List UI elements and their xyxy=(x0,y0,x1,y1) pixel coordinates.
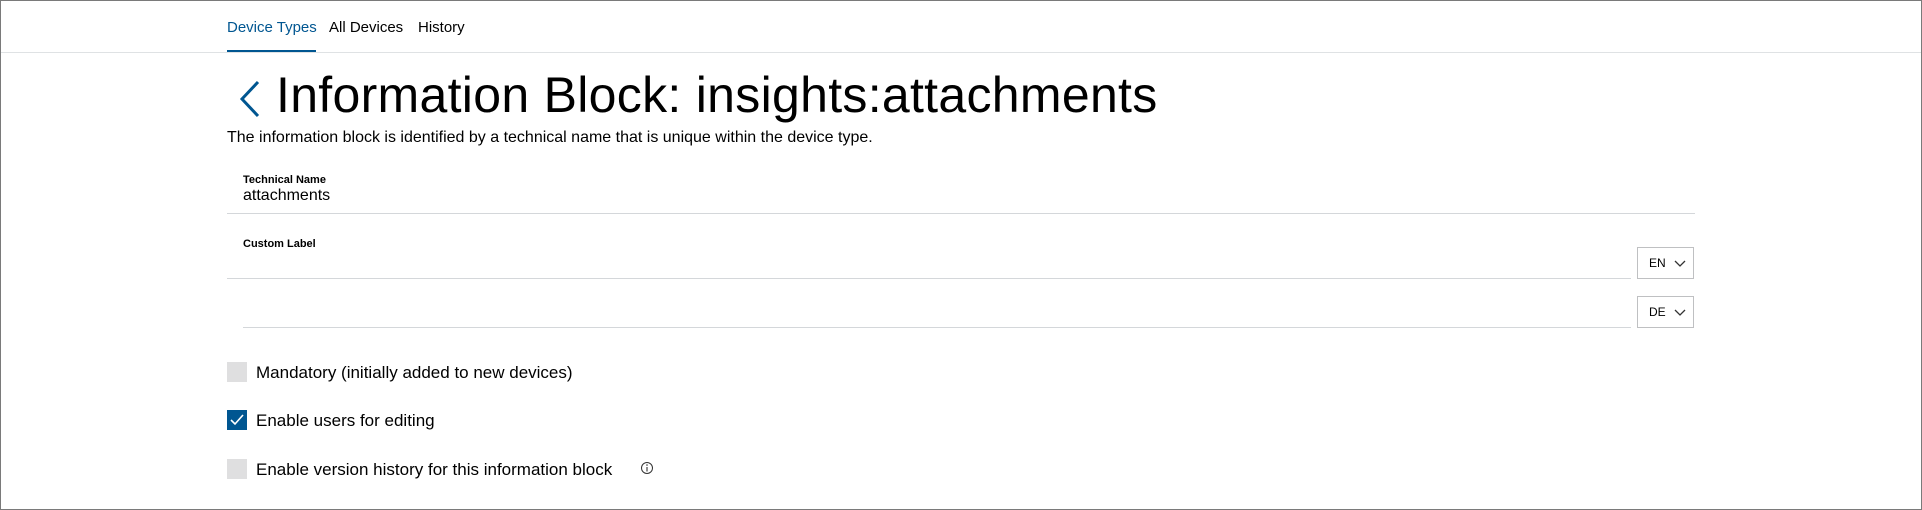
custom-label-input-de[interactable] xyxy=(243,297,1631,327)
info-icon[interactable] xyxy=(640,461,654,475)
mandatory-option[interactable]: Mandatory (initially added to new device… xyxy=(227,362,617,382)
version-history-checkbox-label: Enable version history for this informat… xyxy=(256,460,613,479)
tab-all-devices[interactable]: All Devices xyxy=(329,19,403,36)
mandatory-checkbox[interactable] xyxy=(227,362,247,382)
chevron-left-icon xyxy=(239,80,260,118)
page-description: The information block is identified by a… xyxy=(227,129,873,146)
language-select-en[interactable]: EN xyxy=(1637,247,1694,279)
top-tab-bar: Device Types All Devices History xyxy=(1,1,1921,53)
version-history-option[interactable]: Enable version history for this informat… xyxy=(227,459,667,479)
enable-editing-checkbox[interactable] xyxy=(227,410,247,430)
tab-device-types[interactable]: Device Types xyxy=(227,19,317,36)
custom-label-input-en[interactable] xyxy=(227,252,1631,278)
language-code-en: EN xyxy=(1649,256,1666,270)
active-tab-indicator xyxy=(227,50,316,52)
technical-name-underline xyxy=(227,213,1695,214)
mandatory-checkbox-label: Mandatory (initially added to new device… xyxy=(256,363,573,382)
custom-label-label: Custom Label xyxy=(243,238,316,250)
enable-editing-option[interactable]: Enable users for editing xyxy=(227,410,457,430)
chevron-down-icon xyxy=(1674,309,1686,316)
chevron-down-icon xyxy=(1674,260,1686,267)
language-code-de: DE xyxy=(1649,305,1666,319)
technical-name-field[interactable]: Technical Name attachments xyxy=(227,170,1695,214)
technical-name-value: attachments xyxy=(243,187,331,204)
custom-label-en-underline xyxy=(227,278,1631,279)
version-history-checkbox[interactable] xyxy=(227,459,247,479)
language-select-de[interactable]: DE xyxy=(1637,296,1694,328)
checkmark-icon xyxy=(230,414,244,426)
technical-name-label: Technical Name xyxy=(243,174,326,186)
back-button[interactable] xyxy=(236,78,264,120)
custom-label-de-underline xyxy=(243,327,1631,328)
enable-editing-checkbox-label: Enable users for editing xyxy=(256,411,435,430)
tab-history[interactable]: History xyxy=(418,19,465,36)
page-title: Information Block: insights:attachments xyxy=(276,67,1158,123)
